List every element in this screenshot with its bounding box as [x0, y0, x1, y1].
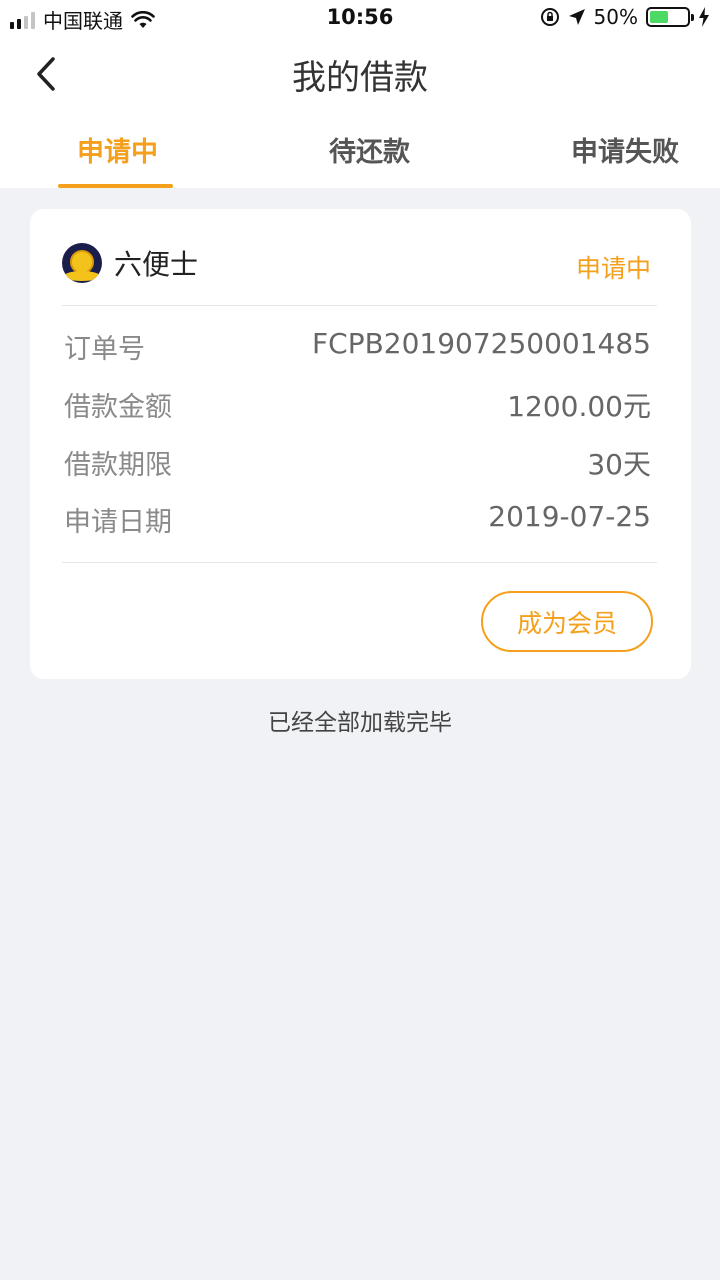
orientation-lock-icon [540, 8, 559, 26]
charging-icon [699, 7, 709, 27]
battery-percent: 50% [593, 5, 638, 29]
tab-active-indicator [58, 184, 173, 188]
row-value: 1200.00元 [507, 390, 651, 423]
loan-card[interactable]: 六便士 申请中 订单号 FCPB201907250001485 借款金额 120… [30, 209, 691, 679]
page-title: 我的借款 [292, 58, 428, 98]
row-value: 2019-07-25 [488, 500, 651, 533]
tab-application-failed[interactable]: 申请失败 [571, 130, 679, 169]
lender-name: 六便士 [114, 248, 199, 281]
tab-bar: 申请中 待还款 申请失败 [0, 110, 720, 188]
all-loaded-text: 已经全部加载完毕 [268, 710, 452, 736]
row-label: 申请日期 [64, 507, 172, 538]
become-member-button[interactable]: 成为会员 [481, 591, 653, 652]
tab-pending-repayment[interactable]: 待还款 [329, 130, 410, 169]
tab-applying[interactable]: 申请中 [77, 130, 158, 169]
status-bar: 中国联通 10:56 50% [0, 0, 720, 36]
row-label: 订单号 [64, 334, 145, 365]
status-badge: 申请中 [575, 254, 651, 283]
detail-row-loan-amount: 借款金额 1200.00元 [64, 385, 651, 425]
battery-icon [646, 7, 694, 27]
lender-logo [62, 243, 102, 283]
divider [62, 562, 657, 563]
detail-row-apply-date: 申请日期 2019-07-25 [64, 500, 651, 539]
row-label: 借款金额 [64, 392, 172, 423]
detail-row-loan-term: 借款期限 30天 [64, 443, 651, 483]
location-icon [568, 9, 585, 25]
row-label: 借款期限 [64, 450, 172, 481]
row-value: FCPB201907250001485 [312, 327, 651, 360]
divider [62, 305, 657, 306]
detail-row-order-number: 订单号 FCPB201907250001485 [64, 327, 651, 366]
row-value: 30天 [587, 448, 651, 481]
nav-bar: 我的借款 [0, 36, 720, 110]
